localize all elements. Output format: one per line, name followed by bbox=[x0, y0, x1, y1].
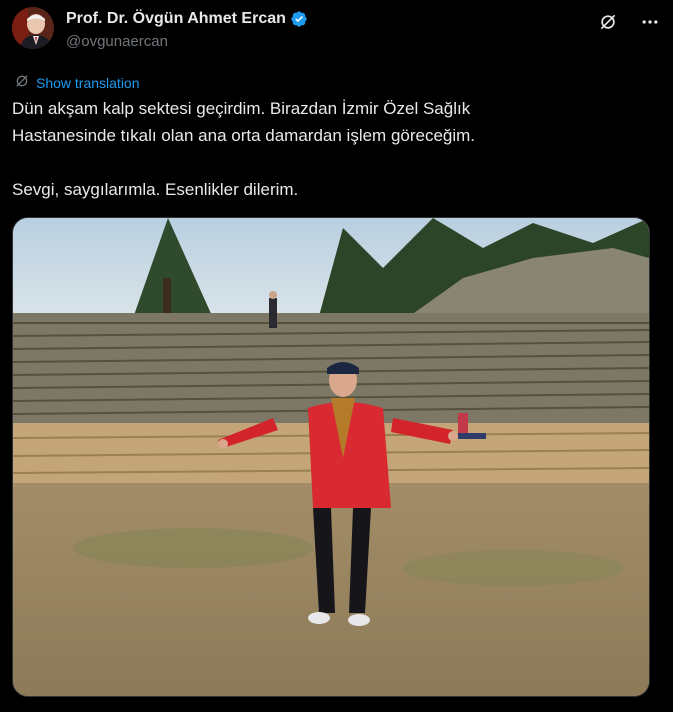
tweet-header: Prof. Dr. Övgün Ahmet Ercan @ovgunaercan bbox=[12, 7, 661, 55]
avatar[interactable] bbox=[12, 7, 54, 49]
grok-icon[interactable] bbox=[597, 11, 619, 33]
tweet-text: Dün akşam kalp sektesi geçirdim. Birazda… bbox=[12, 95, 652, 203]
show-translation-link[interactable]: Show translation bbox=[14, 73, 140, 92]
tweet-line: Sevgi, saygılarımla. Esenlikler dilerim. bbox=[12, 180, 299, 199]
translate-icon bbox=[14, 73, 30, 92]
tweet-line: Dün akşam kalp sektesi geçirdim. Birazda… bbox=[12, 99, 471, 118]
author-handle[interactable]: @ovgunaercan bbox=[66, 33, 168, 50]
author-name[interactable]: Prof. Dr. Övgün Ahmet Ercan bbox=[66, 10, 286, 28]
photo-amphitheater-scene bbox=[13, 218, 649, 696]
verified-badge-icon bbox=[290, 10, 308, 28]
show-translation-label: Show translation bbox=[36, 74, 140, 91]
tweet-line: Hastanesinde tıkalı olan ana orta damard… bbox=[12, 126, 476, 145]
more-icon[interactable] bbox=[639, 11, 661, 33]
tweet-photo[interactable] bbox=[12, 217, 650, 697]
